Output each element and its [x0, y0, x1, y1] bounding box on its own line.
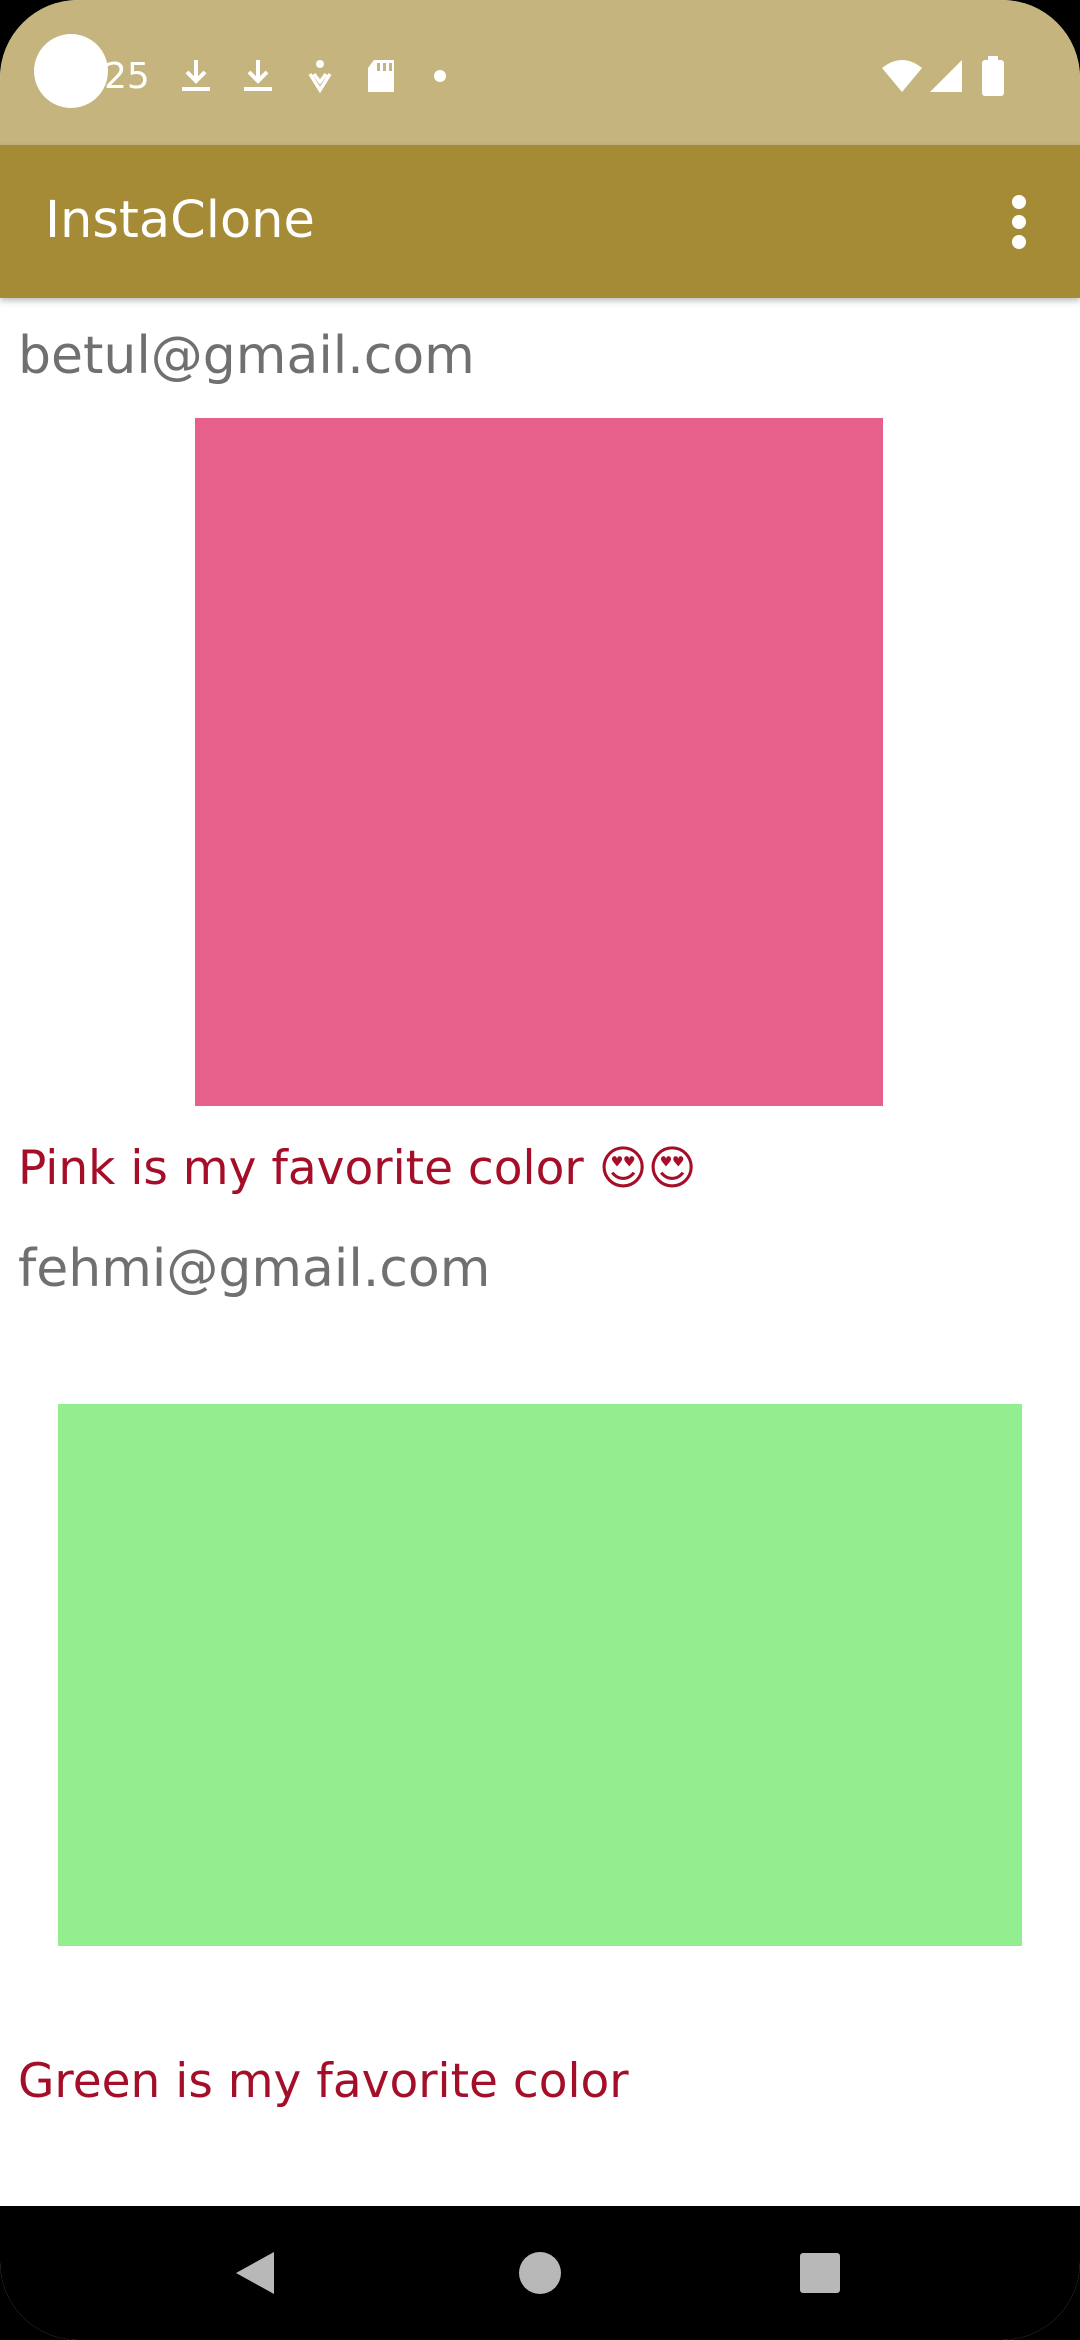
status-bar: 25	[0, 0, 1080, 145]
back-triangle-icon[interactable]	[196, 2206, 316, 2340]
post-comment: Pink is my favorite color 😍😍	[18, 1141, 697, 1196]
post-user-email: betul@gmail.com	[18, 326, 475, 386]
dot-icon	[424, 56, 464, 96]
wifi-icon	[880, 56, 924, 96]
accessibility-icon	[300, 56, 340, 96]
post-image[interactable]	[58, 1404, 1022, 1946]
download-icon	[176, 56, 216, 96]
camera-cutout	[34, 34, 108, 108]
recents-square-icon[interactable]	[760, 2206, 880, 2340]
post-user-email: fehmi@gmail.com	[18, 1239, 491, 1299]
navigation-bar	[0, 2206, 1080, 2340]
app-title: InstaClone	[45, 191, 315, 250]
signal-icon	[926, 56, 966, 96]
sd-card-icon	[362, 56, 402, 96]
more-vert-icon[interactable]	[992, 187, 1046, 257]
home-circle-icon[interactable]	[480, 2206, 600, 2340]
app-bar: InstaClone	[0, 145, 1080, 298]
download-icon	[238, 56, 278, 96]
post-image[interactable]	[195, 418, 883, 1106]
screen: 25 InstaClone betul@gmail.com Pink is my…	[0, 0, 1080, 2340]
status-time: 25	[104, 56, 150, 97]
battery-icon	[978, 56, 1008, 96]
post-comment: Green is my favorite color	[18, 2054, 629, 2109]
